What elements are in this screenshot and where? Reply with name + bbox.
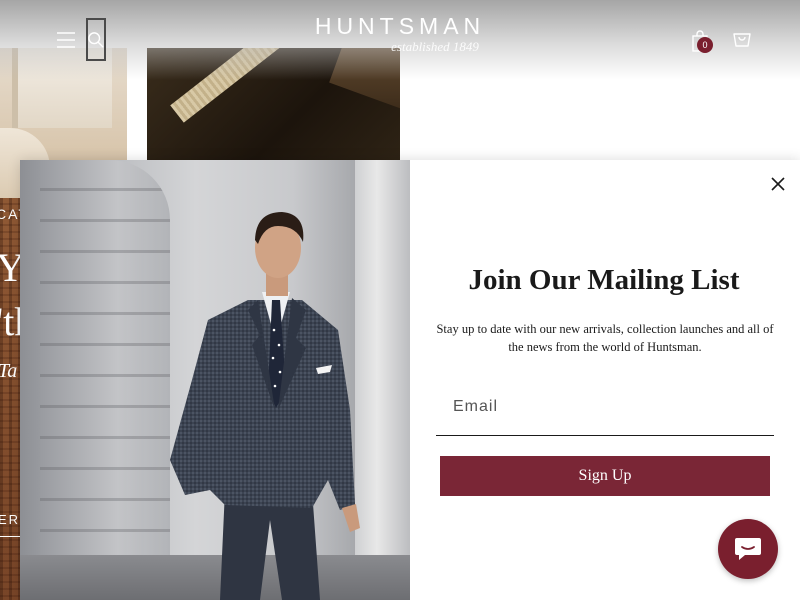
sign-up-button[interactable]: Sign Up xyxy=(440,456,770,496)
cart-icon xyxy=(733,33,751,47)
newsletter-modal: Join Our Mailing List Stay up to date wi… xyxy=(20,160,800,600)
search-button[interactable] xyxy=(86,18,106,61)
close-modal-button[interactable] xyxy=(766,172,790,196)
logo-wordmark: HUNTSMAN xyxy=(314,13,486,39)
chat-icon xyxy=(735,538,761,560)
cart-button[interactable] xyxy=(730,28,754,52)
modal-photo xyxy=(20,160,410,600)
modal-description: Stay up to date with our new arrivals, c… xyxy=(436,322,774,354)
menu-button[interactable] xyxy=(52,26,80,54)
chat-button[interactable] xyxy=(718,519,778,579)
hero-cta-underline xyxy=(0,536,22,537)
man-in-suit-figure xyxy=(170,212,360,600)
site-header: HUNTSMAN established 1849 0 xyxy=(0,0,800,80)
cart-count-badge: 0 xyxy=(697,37,713,53)
site-logo[interactable]: HUNTSMAN established 1849 xyxy=(300,12,500,54)
search-icon xyxy=(88,31,104,48)
menu-icon xyxy=(57,32,75,48)
hero-subline: Ta xyxy=(0,360,18,382)
email-field[interactable] xyxy=(436,378,774,436)
logo-tagline: established 1849 xyxy=(391,39,479,54)
close-icon xyxy=(771,177,785,191)
modal-title: Join Our Mailing List xyxy=(468,264,740,296)
